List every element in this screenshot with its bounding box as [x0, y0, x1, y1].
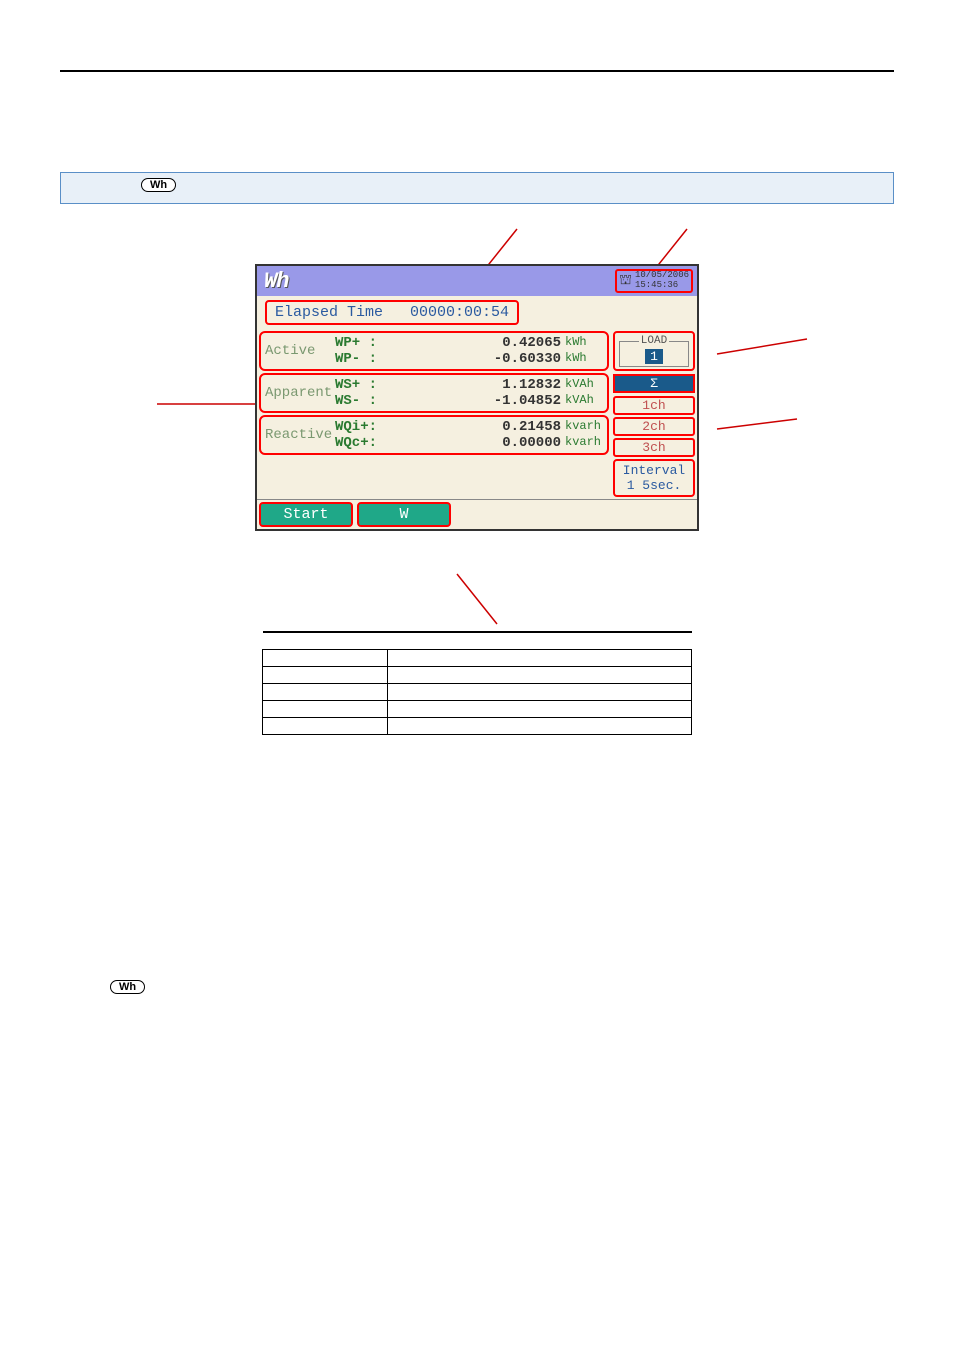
w-button[interactable]: W [357, 502, 451, 527]
load-label: LOAD [639, 335, 669, 347]
table-row [263, 632, 692, 650]
load-box[interactable]: LOAD 1 [613, 331, 695, 371]
table-row [263, 718, 692, 735]
wh-badge: Wh [141, 178, 176, 192]
table-row [263, 684, 692, 701]
start-button[interactable]: Start [259, 502, 353, 527]
interval-value: 1 5sec. [627, 478, 682, 493]
datetime-text: 10/05/200615:45:36 [635, 271, 689, 291]
wh-logo: Wh [261, 269, 288, 294]
table-row [263, 650, 692, 667]
elapsed-label: Elapsed Time [275, 304, 383, 321]
interval-box[interactable]: Interval 1 5sec. [613, 459, 695, 497]
table-row [263, 701, 692, 718]
wh-bottom-bar: Wh [60, 975, 894, 1005]
card-icon: ⛫ [619, 272, 632, 290]
footer-bar: Start W [257, 499, 697, 529]
reactive-block: Reactive WQi+: 0.21458 kvarh WQc+: 0.000… [259, 415, 609, 455]
elapsed-value: 00000:00:54 [410, 304, 509, 321]
lcd-wrapper: Wh ⛫ 10/05/200615:45:36 Elapsed Time 000… [177, 264, 777, 531]
ch3-button[interactable]: 3ch [613, 438, 695, 457]
elapsed-time-box: Elapsed Time 00000:00:54 [265, 300, 519, 325]
side-panel: LOAD 1 Σ 1ch 2ch 3ch Interval 1 5sec. [611, 329, 697, 499]
lcd-screen: Wh ⛫ 10/05/200615:45:36 Elapsed Time 000… [255, 264, 699, 531]
sigma-button[interactable]: Σ [613, 374, 695, 393]
ch1-button[interactable]: 1ch [613, 396, 695, 415]
apparent-block: Apparent WS+ : 1.12832 kVAh WS- : -1.048… [259, 373, 609, 413]
load-value: 1 [645, 349, 663, 364]
datetime-box: ⛫ 10/05/200615:45:36 [615, 269, 693, 293]
ch2-button[interactable]: 2ch [613, 417, 695, 436]
lcd-header: Wh ⛫ 10/05/200615:45:36 [257, 266, 697, 296]
apparent-label: Apparent [265, 385, 335, 401]
info-table [262, 631, 692, 735]
elapsed-row: Elapsed Time 00000:00:54 [257, 296, 697, 329]
reactive-label: Reactive [265, 427, 335, 443]
wh-badge-bottom: Wh [110, 980, 145, 994]
interval-label: Interval [623, 463, 685, 478]
measurements-panel: Active WP+ : 0.42065 kWh WP- : -0.60330 … [257, 329, 611, 499]
table-row [263, 667, 692, 684]
active-block: Active WP+ : 0.42065 kWh WP- : -0.60330 … [259, 331, 609, 371]
active-label: Active [265, 343, 335, 359]
wh-mode-bar: Wh [60, 172, 894, 204]
